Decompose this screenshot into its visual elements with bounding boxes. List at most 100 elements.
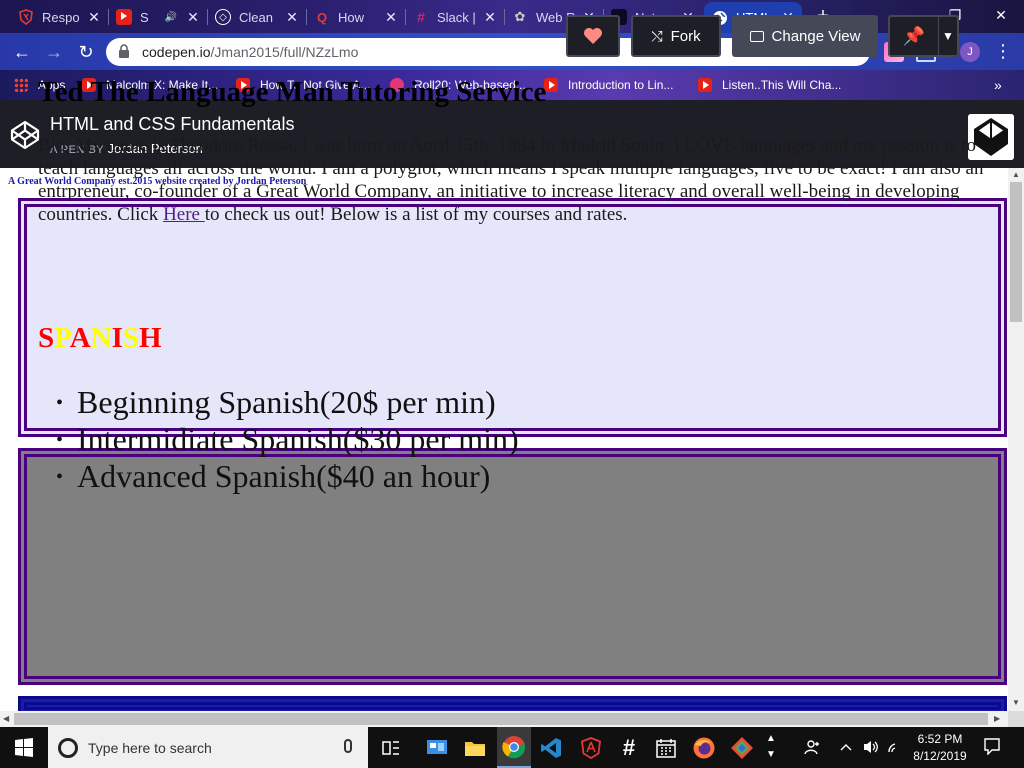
more-bookmarks-icon[interactable]: » bbox=[994, 76, 1002, 94]
spanish-heading-letter: A bbox=[69, 322, 91, 354]
pin-dropdown-button[interactable]: ▼ bbox=[938, 15, 959, 57]
spanish-heading-letter: S bbox=[38, 322, 55, 354]
tab-3[interactable]: Q How ✕ bbox=[306, 4, 405, 30]
fork-icon: ⤭ bbox=[651, 27, 663, 44]
spanish-heading-letter: I bbox=[111, 322, 123, 354]
pen-title: HTML and CSS Fundamentals bbox=[50, 114, 295, 134]
tab-title: Respo bbox=[42, 9, 80, 25]
scroll-right-arrow[interactable]: ▶ bbox=[994, 714, 1000, 723]
close-tab-icon[interactable]: ✕ bbox=[383, 9, 399, 26]
tab-title: How bbox=[338, 9, 365, 25]
slack-taskbar-icon[interactable]: # bbox=[614, 733, 644, 763]
scroll-up-arrow[interactable]: ▲ bbox=[1012, 170, 1020, 179]
codepen-logo-icon[interactable] bbox=[10, 120, 40, 150]
tab-title: Clean bbox=[239, 9, 273, 25]
bio-paragraph: Bio: My name is Theodore Rossa, I was bo… bbox=[38, 135, 984, 225]
search-icon bbox=[58, 738, 78, 758]
apps-grid-icon bbox=[14, 78, 28, 92]
here-link[interactable]: Here bbox=[163, 204, 205, 225]
windows-taskbar: Type here to search # ▲ ▼ 6:52 PM 8/12/2… bbox=[0, 727, 1024, 768]
course-item: Beginning Spanish(20$ per min) bbox=[56, 384, 519, 421]
clock-time: 6:52 PM bbox=[917, 732, 963, 746]
change-view-icon bbox=[749, 30, 764, 42]
tab-title: S bbox=[140, 9, 149, 25]
course-item: Advanced Spanish($40 an hour) bbox=[56, 458, 519, 495]
tab-title: Slack | bbox=[437, 9, 476, 25]
change-view-button[interactable]: Change View bbox=[732, 15, 878, 57]
windows-start-button[interactable] bbox=[0, 727, 48, 768]
pin-icon: 📌 bbox=[902, 25, 926, 46]
file-explorer-icon[interactable] bbox=[460, 733, 490, 763]
scroll-corner bbox=[1008, 711, 1024, 727]
next-section bbox=[18, 696, 1007, 711]
taskbar-scroll-arrows[interactable]: ▲ ▼ bbox=[766, 731, 776, 763]
clock-date: 8/12/2019 bbox=[913, 749, 967, 763]
youtube-icon bbox=[698, 78, 712, 92]
spanish-heading-letter: H bbox=[139, 322, 162, 354]
codepen-icon: ◇ bbox=[215, 9, 231, 25]
tab-4[interactable]: # Slack | ✕ bbox=[405, 4, 504, 30]
tab-1[interactable]: S 🔊 ✕ bbox=[108, 4, 207, 30]
close-tab-icon[interactable]: ✕ bbox=[284, 9, 300, 26]
bookmark-label: Introduction to Lin... bbox=[568, 78, 674, 92]
quora-icon: Q bbox=[316, 9, 328, 25]
heart-button[interactable] bbox=[566, 15, 620, 57]
wifi-icon[interactable] bbox=[886, 739, 904, 758]
fork-button[interactable]: ⤭ Fork bbox=[631, 15, 721, 57]
action-center-icon[interactable] bbox=[983, 737, 1001, 758]
youtube-icon bbox=[116, 9, 132, 25]
shield-icon bbox=[18, 9, 34, 25]
lock-icon[interactable] bbox=[118, 44, 130, 58]
tab-0[interactable]: Respo ✕ bbox=[10, 4, 108, 30]
bookmark-intro-linux[interactable]: Introduction to Lin... bbox=[544, 76, 673, 94]
spanish-heading: SPANISH bbox=[38, 322, 162, 355]
scroll-left-arrow[interactable]: ◀ bbox=[3, 714, 9, 723]
chrome-taskbar-icon[interactable] bbox=[497, 727, 531, 768]
spanish-heading-letter: S bbox=[122, 322, 140, 354]
windows-logo-icon bbox=[15, 738, 33, 757]
vertical-scroll-thumb[interactable] bbox=[1010, 182, 1022, 322]
chevron-down-icon: ▼ bbox=[942, 29, 954, 43]
taskbar-clock[interactable]: 6:52 PM 8/12/2019 bbox=[908, 731, 972, 765]
web-icon: ✿ bbox=[514, 9, 526, 24]
scroll-down-arrow[interactable]: ▼ bbox=[1012, 698, 1020, 707]
show-hidden-icons-chevron[interactable] bbox=[840, 739, 852, 755]
vertical-scrollbar[interactable]: ▲ ▼ bbox=[1008, 168, 1024, 711]
slack-icon: # bbox=[417, 9, 425, 25]
back-button[interactable]: ← bbox=[10, 40, 34, 64]
horizontal-scrollbar[interactable]: ◀ ▶ bbox=[0, 711, 1008, 727]
pin-button[interactable]: 📌 bbox=[888, 15, 938, 57]
tab-2[interactable]: ◇ Clean ✕ bbox=[207, 4, 306, 30]
close-tab-icon[interactable]: ✕ bbox=[86, 9, 102, 26]
close-window-button[interactable]: ✕ bbox=[978, 0, 1024, 30]
course-list: Beginning Spanish(20$ per min) Intermidi… bbox=[56, 384, 519, 495]
spanish-heading-letter: P bbox=[54, 322, 70, 354]
close-tab-icon[interactable]: ✕ bbox=[482, 9, 498, 26]
close-tab-icon[interactable]: ✕ bbox=[185, 9, 201, 26]
microphone-icon[interactable] bbox=[344, 739, 352, 753]
forward-button[interactable]: → bbox=[42, 40, 66, 64]
url-text: codepen.io/Jman2015/full/NZzLmo bbox=[142, 44, 359, 60]
taskbar-search-box[interactable]: Type here to search bbox=[48, 727, 368, 768]
volume-icon[interactable] bbox=[862, 739, 880, 758]
reload-button[interactable]: ↻ bbox=[74, 40, 98, 64]
bookmark-label: Listen..This Will Cha... bbox=[722, 78, 842, 92]
vscode-icon[interactable] bbox=[536, 733, 566, 763]
chrome-menu-icon[interactable]: ⋮ bbox=[994, 41, 1012, 61]
audio-icon[interactable]: 🔊 bbox=[165, 12, 177, 23]
sourcetree-icon[interactable] bbox=[727, 733, 757, 763]
bookmark-listen[interactable]: Listen..This Will Cha... bbox=[698, 76, 841, 94]
horizontal-scroll-thumb[interactable] bbox=[14, 713, 988, 725]
page-heading: Ted The Language Man Tutoring Service bbox=[38, 76, 547, 108]
control-panel-icon[interactable] bbox=[422, 733, 452, 763]
fork-label: Fork bbox=[670, 27, 701, 45]
task-view-icon[interactable] bbox=[376, 733, 406, 763]
angular-icon[interactable] bbox=[576, 733, 606, 763]
course-item: Intermidiate Spanish($30 per min) bbox=[56, 421, 519, 458]
firefox-icon[interactable] bbox=[689, 733, 719, 763]
search-placeholder: Type here to search bbox=[88, 740, 212, 756]
people-icon[interactable] bbox=[804, 739, 822, 758]
calendar-icon[interactable] bbox=[651, 733, 681, 763]
spanish-heading-letter: N bbox=[90, 322, 112, 354]
profile-avatar[interactable]: J bbox=[960, 42, 980, 62]
